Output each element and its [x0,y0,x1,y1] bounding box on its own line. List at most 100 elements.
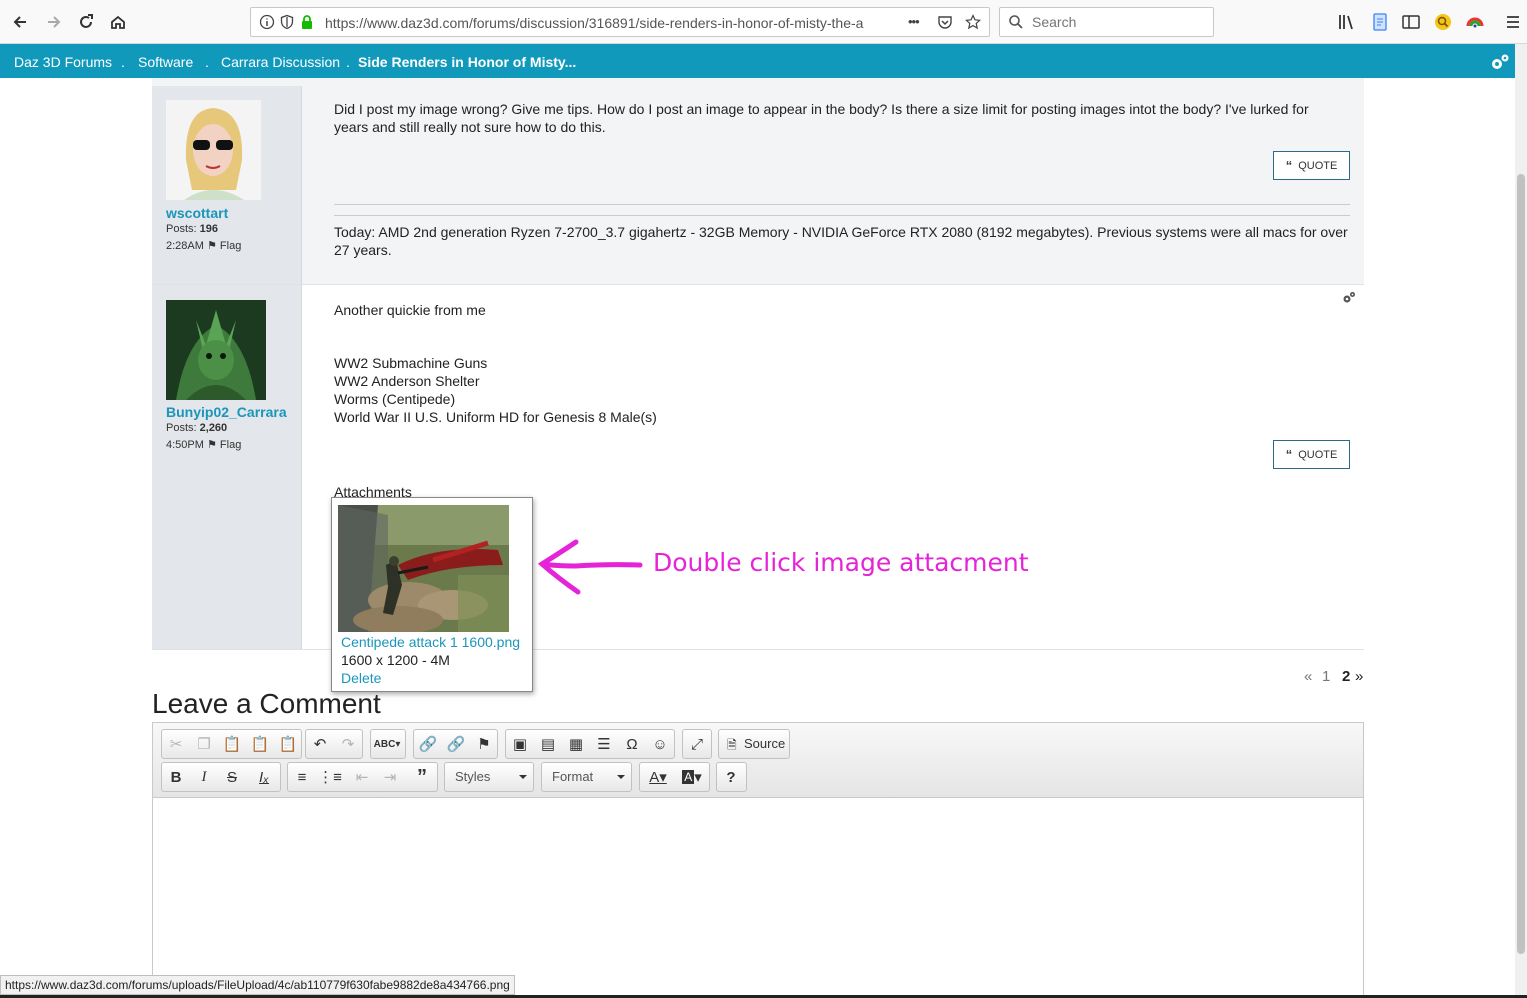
reader-icon[interactable] [1370,12,1390,32]
attachment-thumbnail[interactable] [338,505,509,632]
post-time[interactable]: 2:28AM [166,240,204,252]
shield-icon[interactable] [279,14,295,30]
help-icon[interactable]: ? [717,763,745,791]
remove-format-icon[interactable]: Iₓ [250,763,278,791]
quote-icon: “ [1285,447,1293,462]
history-group: ↶ ↷ [305,729,363,759]
copy-icon[interactable]: ❐ [190,730,218,758]
post-options-gear-icon[interactable] [1342,291,1356,305]
breadcrumb-separator: . [121,54,125,70]
avatar[interactable] [166,100,261,200]
post-count-label: Posts: [166,223,197,235]
settings-gear-icon[interactable] [1489,52,1511,72]
link-icon[interactable]: 🔗 [414,730,442,758]
editor-text-area[interactable] [153,799,1363,997]
post-count-label: Posts: [166,422,197,434]
breadcrumb-carrara[interactable]: Carrara Discussion [221,54,340,70]
attachment-card[interactable]: Centipede attack 1 1600.png 1600 x 1200 … [331,497,533,692]
lock-icon[interactable] [299,14,315,30]
attachment-delete-link[interactable]: Delete [341,670,381,686]
bullet-list-icon[interactable]: ⋮≡ [316,763,344,791]
forward-button[interactable] [40,8,68,36]
cut-icon[interactable]: ✂ [162,730,190,758]
annotation-arrow-icon [537,539,643,595]
search-field[interactable] [999,7,1214,37]
breadcrumb-separator: . [346,54,350,70]
paste-text-icon[interactable]: 📋 [246,730,274,758]
paste-icon[interactable]: 📋 [218,730,246,758]
post-time[interactable]: 4:50PM [166,439,204,451]
page-scrollbar[interactable] [1515,44,1527,998]
paste-word-icon[interactable]: 📋 [274,730,302,758]
breadcrumb-current[interactable]: Side Renders in Honor of Misty... [358,54,576,70]
breadcrumb-software[interactable]: Software [138,54,193,70]
reload-button[interactable] [72,8,100,36]
home-button[interactable] [104,8,132,36]
quote-button[interactable]: “ QUOTE [1273,151,1350,180]
bookmark-star-icon[interactable] [965,14,981,30]
avatar[interactable] [166,300,266,400]
pocket-icon[interactable] [937,14,953,30]
anchor-flag-icon[interactable]: ⚑ [470,730,498,758]
author-name[interactable]: Bunyip02_Carrara [166,404,287,420]
sidebar-icon[interactable] [1401,12,1421,32]
table-icon[interactable]: ▦ [562,730,590,758]
undo-icon[interactable]: ↶ [306,730,334,758]
maximize-icon[interactable]: ⤢ [683,730,711,758]
extension-search-icon[interactable] [1433,12,1453,32]
page-actions-icon[interactable]: ••• [908,14,920,29]
attachment-filename[interactable]: Centipede attack 1 1600.png [341,634,520,650]
url-text[interactable]: https://www.daz3d.com/forums/discussion/… [325,15,875,31]
paragraph-group: ≡ ⋮≡ ⇤ ⇥ ” [287,762,438,792]
source-label: Source [744,736,786,751]
menu-icon[interactable] [1503,12,1523,32]
strike-icon[interactable]: S [218,763,246,791]
flag-icon: ⚑ [206,240,217,252]
image-icon[interactable]: ▣ [506,730,534,758]
search-input[interactable] [1032,14,1202,30]
flag-link[interactable]: Flag [220,240,241,252]
library-icon[interactable] [1337,12,1357,32]
special-char-icon[interactable]: Ω [618,730,646,758]
color-group: A▾ A ▾ [639,762,710,792]
flash-icon[interactable]: ▤ [534,730,562,758]
spellcheck-icon[interactable]: ABC▾ [373,730,401,758]
styles-label: Styles [445,763,533,791]
smiley-icon[interactable]: ☺ [646,730,674,758]
unlink-icon[interactable]: 🔗 [442,730,470,758]
styles-dropdown[interactable]: Styles [444,762,534,792]
pager-page-2: 2 [1342,668,1351,685]
divider [334,215,1350,216]
italic-icon[interactable]: I [190,763,218,791]
pager-prev[interactable]: « [1304,668,1312,685]
breadcrumb-forums[interactable]: Daz 3D Forums [14,54,112,70]
bold-icon[interactable]: B [162,763,190,791]
numbered-list-icon[interactable]: ≡ [288,763,316,791]
background-color-icon[interactable]: A ▾ [676,763,708,791]
info-icon[interactable] [259,14,275,30]
post-intro: Another quickie from me [334,302,486,318]
indent-icon[interactable]: ⇥ [376,763,404,791]
outdent-icon[interactable]: ⇤ [348,763,376,791]
quote-button[interactable]: “ QUOTE [1273,440,1350,469]
clipboard-group: ✂ ❐ 📋 📋 📋 [161,729,302,759]
source-button[interactable]: 🗎 Source [718,729,790,759]
divider [334,204,1350,205]
blockquote-icon[interactable]: ” [408,763,436,791]
back-arrow-icon [13,16,26,28]
text-color-icon[interactable]: A▾ [642,763,674,791]
address-bar[interactable]: https://www.daz3d.com/forums/discussion/… [250,7,990,37]
redo-icon[interactable]: ↷ [334,730,362,758]
extension-color-icon[interactable] [1465,12,1485,32]
back-button[interactable] [6,8,34,36]
scrollbar-thumb[interactable] [1517,174,1525,954]
pager-page-1[interactable]: 1 [1322,668,1330,685]
attachment-info: 1600 x 1200 - 4M [341,652,450,668]
flag-link[interactable]: Flag [220,439,241,451]
author-name[interactable]: wscottart [166,205,228,221]
pager-next[interactable]: » [1355,668,1363,685]
help-group: ? [716,762,747,792]
horizontal-line-icon[interactable]: ☰ [590,730,618,758]
format-dropdown[interactable]: Format [541,762,632,792]
link-group: 🔗 🔗 ⚑ [413,729,498,759]
